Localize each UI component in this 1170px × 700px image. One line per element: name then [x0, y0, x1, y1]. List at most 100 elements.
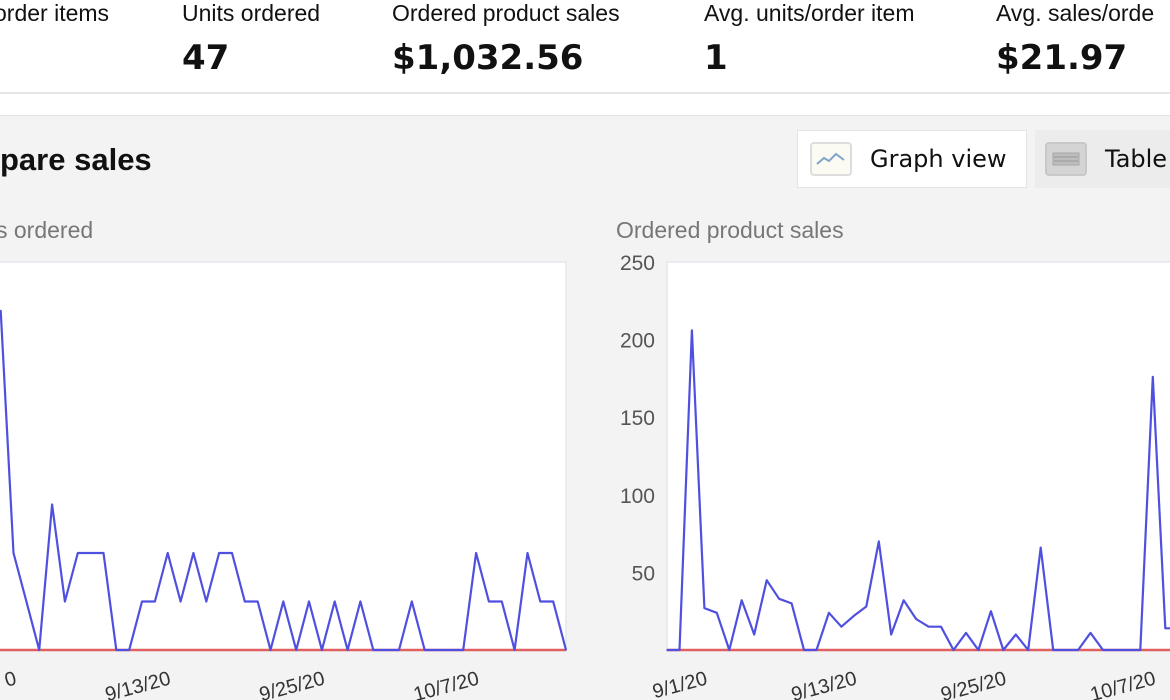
data-point	[765, 579, 768, 581]
data-point	[64, 600, 66, 603]
data-point	[423, 649, 426, 651]
data-point	[740, 599, 743, 602]
data-point	[1077, 649, 1079, 651]
data-point	[952, 649, 955, 651]
data-point	[295, 649, 297, 651]
data-point	[803, 649, 805, 651]
data-point	[89, 552, 92, 554]
data-point	[1064, 649, 1067, 651]
data-point	[128, 649, 130, 651]
data-point	[1027, 649, 1030, 651]
y-tick-label: 250	[620, 252, 655, 275]
data-point	[269, 649, 272, 651]
data-point	[500, 600, 503, 603]
data-point	[815, 649, 818, 651]
y-tick-label: 150	[620, 407, 655, 430]
data-point	[256, 600, 259, 603]
data-point	[449, 649, 452, 651]
data-point	[244, 600, 246, 603]
data-point	[12, 552, 15, 554]
data-point	[716, 611, 718, 614]
data-point	[385, 649, 387, 651]
data-point	[940, 625, 942, 628]
data-point	[1014, 633, 1017, 636]
x-tick-label: 0	[2, 668, 18, 692]
data-point	[965, 632, 967, 634]
data-point	[218, 552, 220, 554]
data-point	[565, 649, 567, 651]
data-point	[539, 600, 542, 603]
data-point	[1002, 649, 1005, 651]
data-point	[282, 600, 285, 603]
charts-canvas: 0 9/13/20 9/25/20 10/7/20 250 200 150 100 50 9/1/…	[0, 252, 1170, 700]
data-point	[703, 607, 706, 609]
data-point	[25, 600, 28, 603]
data-point	[346, 649, 349, 651]
data-point	[1164, 627, 1167, 630]
data-point	[1139, 649, 1142, 651]
data-point	[927, 625, 930, 628]
data-point	[488, 600, 490, 603]
data-point	[102, 552, 105, 554]
data-point	[552, 600, 554, 603]
data-point	[865, 605, 868, 608]
data-point	[192, 552, 195, 554]
data-point	[1089, 632, 1092, 634]
data-point	[840, 625, 843, 628]
plot-area	[0, 261, 567, 651]
data-point	[115, 649, 118, 651]
data-point	[436, 649, 439, 651]
data-point	[828, 611, 830, 614]
data-point	[333, 600, 336, 603]
data-point	[141, 600, 143, 603]
data-point	[853, 615, 855, 617]
data-point	[526, 552, 529, 554]
data-point	[1052, 649, 1054, 651]
data-point	[902, 599, 905, 602]
data-point	[51, 503, 53, 506]
data-point	[790, 602, 793, 605]
y-tick-label: 50	[632, 562, 655, 585]
data-point	[678, 649, 681, 651]
x-tick-label: 10/7/20	[411, 668, 481, 700]
x-tick-label: 9/1/20	[650, 668, 709, 700]
data-point	[231, 552, 233, 554]
data-point	[753, 633, 755, 636]
data-point	[205, 600, 208, 603]
data-point	[513, 649, 516, 651]
data-point	[1114, 649, 1117, 651]
data-point	[1102, 649, 1104, 651]
data-point	[398, 649, 400, 651]
data-point	[179, 600, 182, 603]
data-point	[915, 618, 917, 620]
data-point	[778, 597, 780, 600]
x-tick-label: 9/25/20	[257, 668, 327, 700]
data-point	[1039, 546, 1042, 549]
data-point	[475, 552, 477, 554]
data-point	[877, 540, 880, 543]
plot-area	[666, 261, 1170, 651]
data-point	[76, 552, 79, 554]
x-tick-label: 9/25/20	[938, 668, 1008, 700]
data-point	[666, 649, 668, 651]
data-point	[38, 649, 41, 651]
data-point	[411, 600, 413, 603]
x-tick-label: 10/7/20	[1088, 668, 1158, 700]
data-point	[166, 552, 169, 554]
data-point	[321, 649, 323, 651]
x-tick-label: 9/13/20	[103, 668, 173, 700]
data-point	[1127, 649, 1129, 651]
data-point	[359, 600, 362, 603]
data-point	[691, 329, 693, 332]
x-tick-label: 9/13/20	[789, 668, 859, 700]
y-tick-label: 100	[620, 485, 655, 508]
data-point	[462, 649, 465, 651]
data-point	[154, 600, 156, 603]
data-point	[1152, 376, 1154, 378]
data-point	[890, 633, 893, 636]
y-tick-label: 200	[620, 330, 655, 353]
data-point	[728, 649, 731, 651]
data-point	[372, 649, 375, 651]
data-point	[308, 600, 310, 603]
data-point	[990, 610, 992, 612]
